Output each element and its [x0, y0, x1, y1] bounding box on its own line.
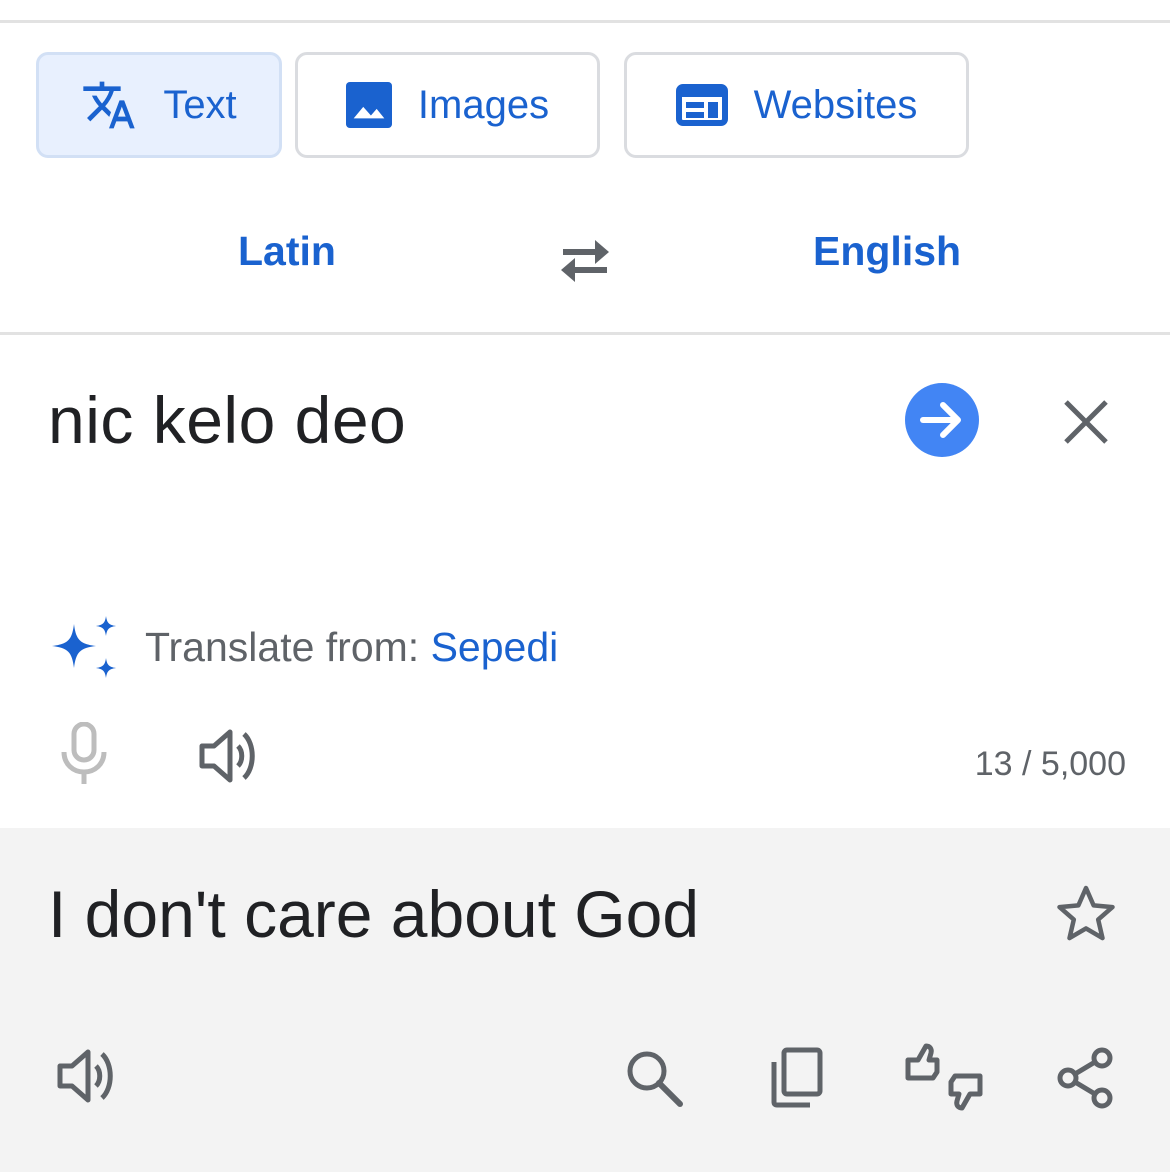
character-count: 13 / 5,000 — [974, 745, 1126, 783]
suggestion-prefix: Translate from: — [145, 624, 431, 670]
search-icon[interactable] — [622, 1046, 686, 1110]
language-suggestion[interactable]: Translate from: Sepedi — [145, 624, 558, 671]
microphone-icon[interactable] — [58, 721, 110, 786]
suggested-language-link[interactable]: Sepedi — [431, 624, 559, 670]
web-icon — [675, 84, 728, 126]
translate-go-button[interactable] — [905, 383, 979, 457]
translation-output: I don't care about God — [48, 877, 700, 951]
copy-icon[interactable] — [764, 1046, 828, 1110]
swap-arrows-icon[interactable] — [555, 234, 615, 286]
image-icon — [345, 82, 392, 128]
speaker-icon[interactable] — [196, 726, 260, 786]
translate-icon — [81, 77, 137, 133]
images-mode-label: Images — [417, 82, 550, 127]
star-icon[interactable] — [1054, 882, 1118, 946]
translate-page: Text Images Websites Latin English nic k… — [0, 0, 1170, 1172]
divider — [0, 332, 1170, 335]
websites-mode-label: Websites — [753, 82, 918, 127]
target-language-selector[interactable]: English — [813, 228, 961, 275]
text-mode-label: Text — [163, 82, 237, 127]
images-mode-button[interactable]: Images — [295, 52, 600, 158]
sparkle-icon — [50, 614, 120, 684]
source-text-input[interactable]: nic kelo deo — [48, 382, 406, 458]
feedback-thumbs-icon[interactable] — [904, 1042, 984, 1112]
source-language-selector[interactable]: Latin — [238, 228, 336, 275]
speaker-icon[interactable] — [54, 1046, 118, 1110]
websites-mode-button[interactable]: Websites — [624, 52, 969, 158]
clear-button[interactable] — [1060, 396, 1112, 448]
top-divider — [0, 20, 1170, 23]
output-panel: I don't care about God — [0, 828, 1170, 1172]
share-icon[interactable] — [1054, 1046, 1118, 1110]
text-mode-button[interactable]: Text — [36, 52, 282, 158]
